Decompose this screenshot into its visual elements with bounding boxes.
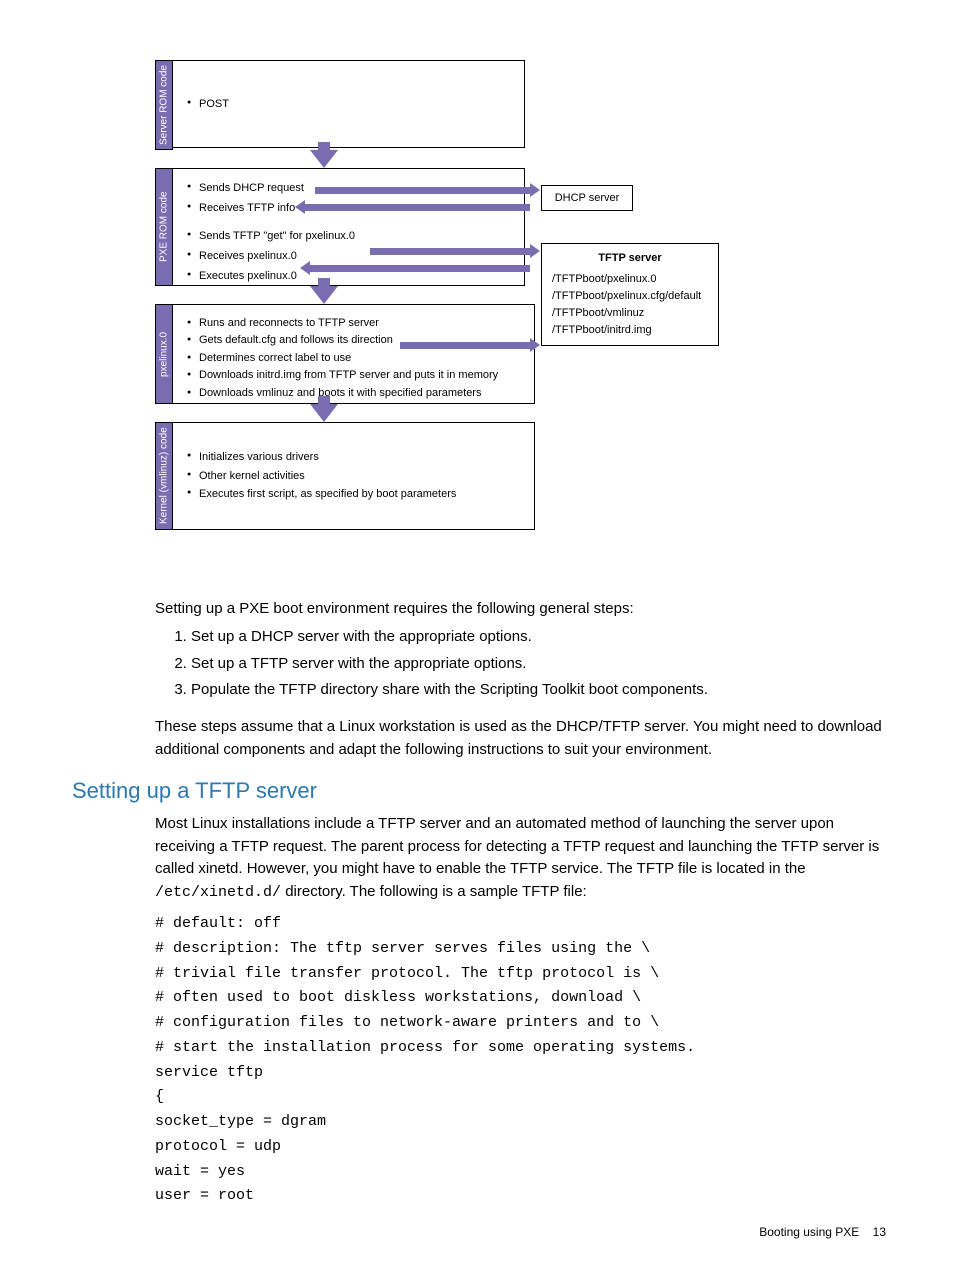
para-text: directory. The following is a sample TFT… — [281, 883, 587, 900]
phase3-item: Downloads initrd.img from TFTP server an… — [187, 367, 520, 384]
arrow-right-icon — [400, 342, 530, 349]
phase3-item: Runs and reconnects to TFTP server — [187, 315, 520, 332]
phase2-item: Sends TFTP "get" for pxelinux.0 — [187, 227, 510, 246]
phase4-item: Initializes various drivers — [187, 448, 456, 467]
phase-server-rom: Server ROM code POST — [155, 60, 525, 150]
dhcp-server-box: DHCP server — [541, 185, 633, 211]
page-footer: Booting using PXE 13 — [759, 1225, 886, 1239]
section-heading: Setting up a TFTP server — [72, 778, 317, 804]
footer-text: Booting using PXE — [759, 1225, 859, 1239]
phase1-label: Server ROM code — [155, 60, 173, 150]
phase-kernel: Kernel (vmlinuz) code Initializes variou… — [155, 422, 535, 530]
down-arrow-icon — [310, 150, 338, 168]
tftp-server-line: /TFTPboot/vmlinuz — [552, 305, 708, 322]
phase-pxelinux: pxelinux.0 Runs and reconnects to TFTP s… — [155, 304, 535, 404]
arrow-left-icon — [305, 204, 530, 211]
code-block: # default: off # description: The tftp s… — [155, 912, 885, 1209]
phase1-item: POST — [187, 95, 229, 114]
pxe-boot-diagram: Server ROM code POST PXE ROM code Sends … — [155, 60, 725, 565]
tftp-server-line: /TFTPboot/initrd.img — [552, 322, 708, 339]
phase2-label: PXE ROM code — [155, 168, 173, 286]
dhcp-server-label: DHCP server — [555, 192, 620, 204]
tftp-server-line: /TFTPboot/pxelinux.0 — [552, 271, 708, 288]
down-arrow-icon — [310, 404, 338, 422]
section-paragraph: Most Linux installations include a TFTP … — [155, 813, 885, 904]
step-item: Set up a DHCP server with the appropriat… — [191, 626, 885, 649]
tftp-server-title: TFTP server — [552, 250, 708, 267]
arrow-right-icon — [370, 248, 530, 255]
footer-page-number: 13 — [873, 1225, 886, 1239]
para-text: Most Linux installations include a TFTP … — [155, 815, 879, 877]
phase4-item: Other kernel activities — [187, 467, 456, 486]
inline-code: /etc/xinetd.d/ — [155, 884, 281, 901]
phase3-item: Determines correct label to use — [187, 350, 520, 367]
steps-list: Set up a DHCP server with the appropriat… — [155, 626, 885, 706]
note-paragraph: These steps assume that a Linux workstat… — [155, 716, 885, 761]
tftp-server-box: TFTP server /TFTPboot/pxelinux.0 /TFTPbo… — [541, 243, 719, 346]
phase3-label: pxelinux.0 — [155, 304, 173, 404]
down-arrow-icon — [310, 286, 338, 304]
arrow-right-icon — [315, 187, 530, 194]
arrow-left-icon — [310, 265, 530, 272]
intro-paragraph: Setting up a PXE boot environment requir… — [155, 598, 885, 621]
tftp-server-line: /TFTPboot/pxelinux.cfg/default — [552, 288, 708, 305]
phase4-label: Kernel (vmlinuz) code — [155, 422, 173, 530]
phase3-item: Downloads vmlinuz and boots it with spec… — [187, 385, 520, 402]
step-item: Populate the TFTP directory share with t… — [191, 679, 885, 702]
step-item: Set up a TFTP server with the appropriat… — [191, 653, 885, 676]
phase4-item: Executes first script, as specified by b… — [187, 485, 456, 504]
